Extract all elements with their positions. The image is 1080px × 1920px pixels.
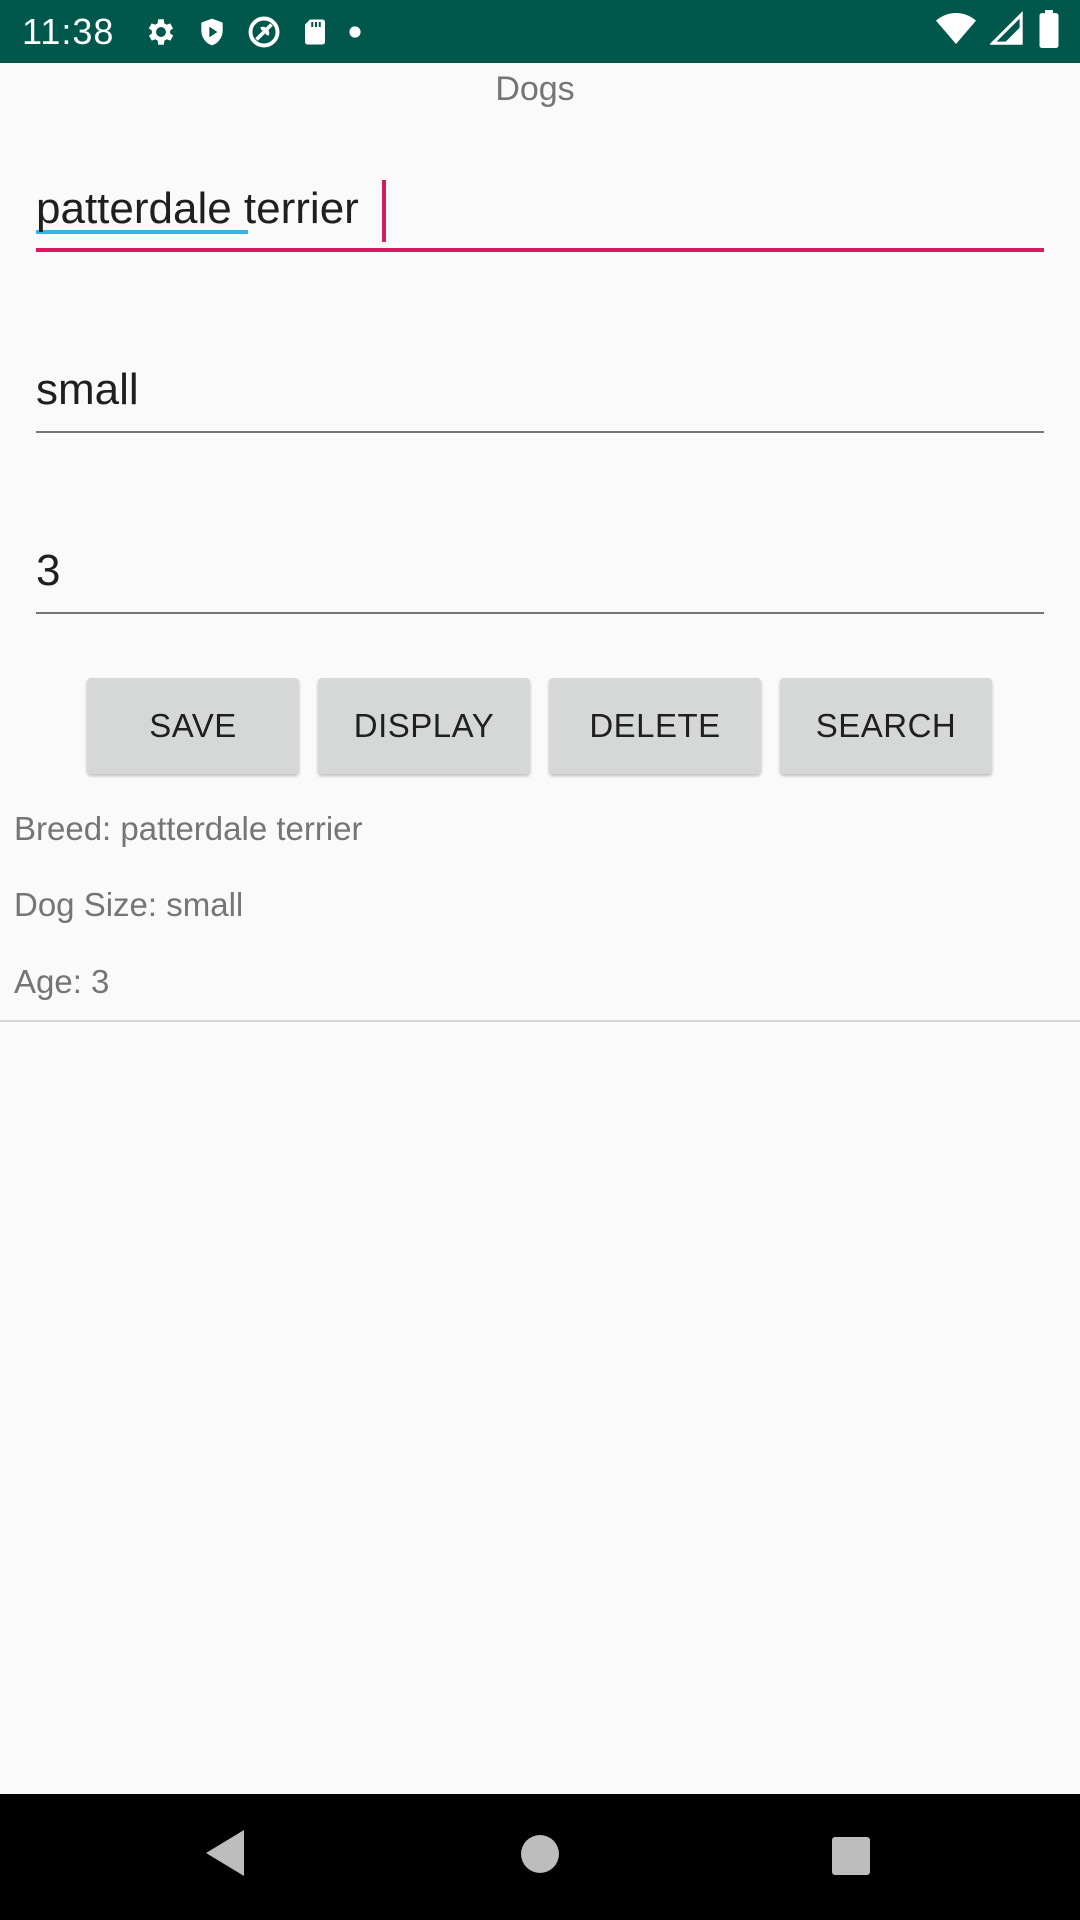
gear-icon <box>144 15 178 49</box>
sd-card-icon <box>300 15 330 49</box>
size-input-value: small <box>36 365 139 414</box>
text-cursor <box>382 180 386 242</box>
navigation-bar <box>0 1794 1080 1920</box>
home-icon[interactable] <box>520 1834 560 1879</box>
status-bar: 11:38 <box>0 0 1080 63</box>
back-icon[interactable] <box>204 1828 246 1883</box>
wifi-icon <box>936 11 976 47</box>
age-input[interactable]: 3 <box>36 534 1044 614</box>
results-divider <box>0 1020 1080 1022</box>
size-input[interactable]: small <box>36 353 1044 433</box>
age-input-value: 3 <box>36 546 61 595</box>
breed-input[interactable]: patterdale terrier <box>36 172 1044 252</box>
save-button[interactable]: SAVE <box>87 678 299 774</box>
status-icons-left <box>144 14 362 50</box>
notification-dot-icon <box>348 25 362 39</box>
battery-icon <box>1038 10 1060 48</box>
recents-icon[interactable] <box>831 1836 871 1881</box>
status-time: 11:38 <box>22 10 115 52</box>
delete-button[interactable]: DELETE <box>549 678 761 774</box>
result-breed: Breed: patterdale terrier <box>14 810 363 847</box>
result-size: Dog Size: small <box>14 886 244 923</box>
shield-play-icon <box>196 15 228 49</box>
size-input-underline <box>36 431 1044 433</box>
breed-input-underline <box>36 248 1044 252</box>
cellular-signal-icon <box>990 11 1024 47</box>
display-button[interactable]: DISPLAY <box>318 678 530 774</box>
page-title: Dogs <box>495 70 575 108</box>
breed-input-value: patterdale terrier <box>36 184 359 233</box>
result-age: Age: 3 <box>14 963 110 1000</box>
action-buttons: SAVE DISPLAY DELETE SEARCH <box>87 678 992 774</box>
vpn-icon <box>246 14 282 50</box>
search-button[interactable]: SEARCH <box>780 678 992 774</box>
status-icons-right <box>936 10 1060 48</box>
age-input-underline <box>36 612 1044 614</box>
